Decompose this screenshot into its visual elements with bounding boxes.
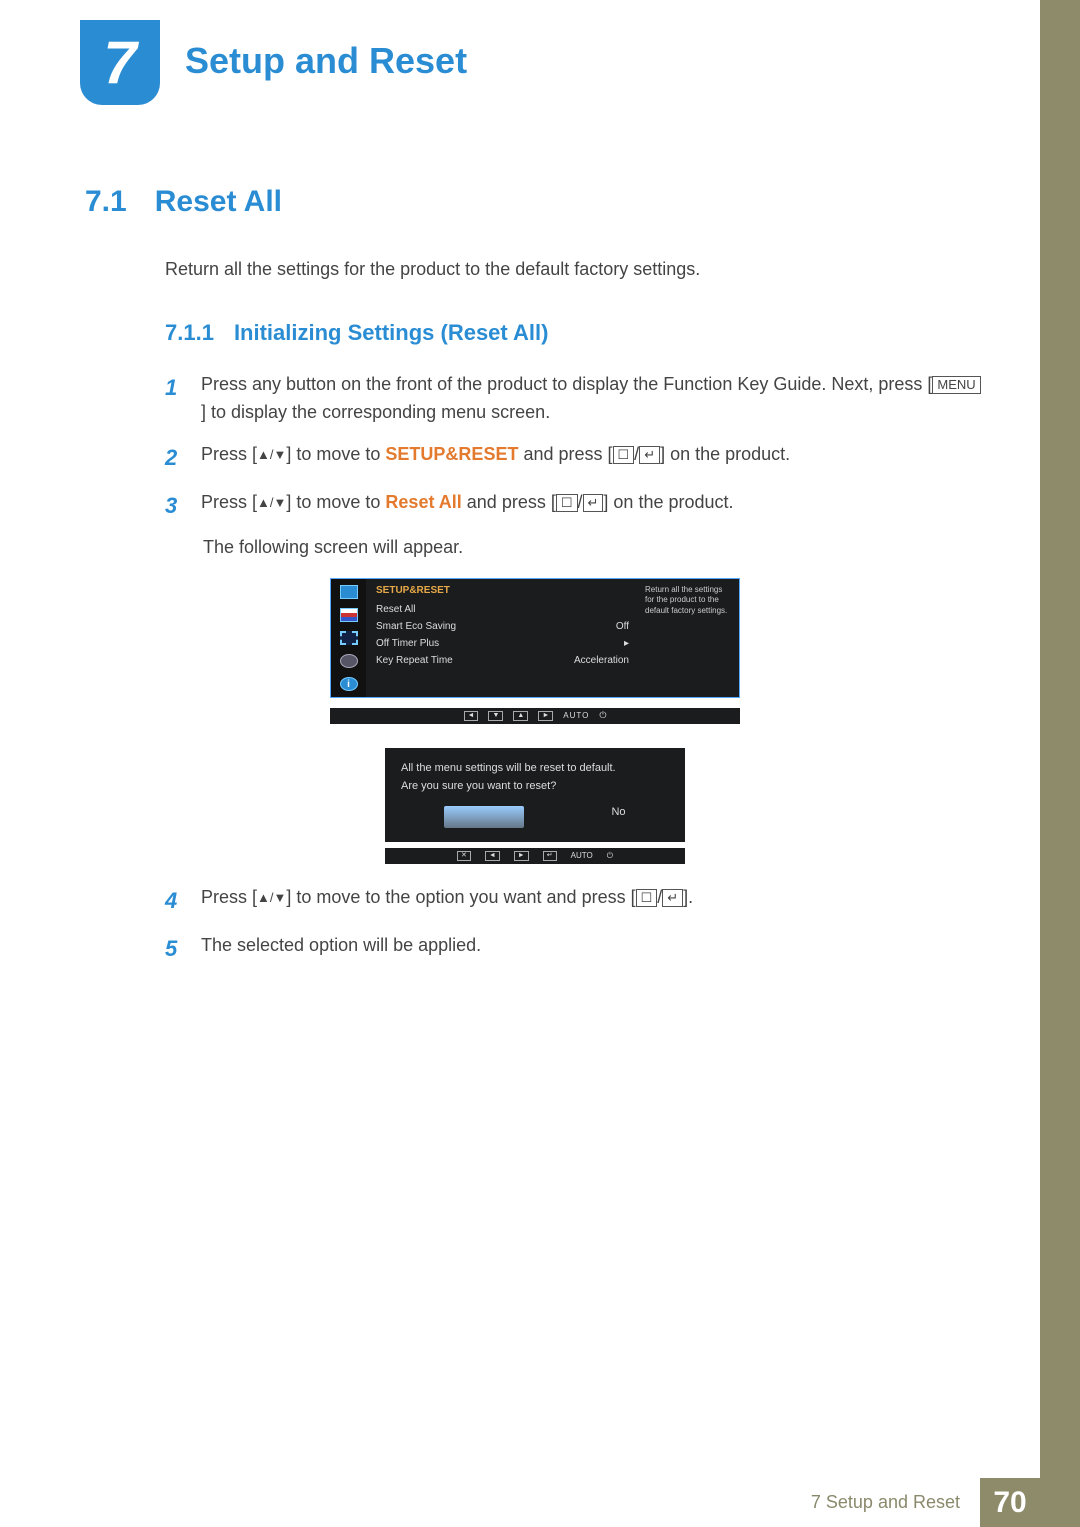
step-number: 1 (165, 371, 183, 427)
osd-row-value: Acceleration (574, 655, 629, 666)
subsection-title: Initializing Settings (Reset All) (234, 320, 549, 346)
step-4: 4 Press [▲/▼] to move to the option you … (165, 884, 985, 918)
confirm-yes-option (444, 806, 524, 828)
section-number: 7.1 (85, 185, 127, 219)
right-arrow-icon: ► (538, 711, 553, 721)
highlight-reset-all: Reset All (385, 492, 461, 512)
osd-screenshot-setup-reset: i SETUP&RESET Reset All Smart Eco Saving… (330, 578, 740, 698)
step-text: Press any button on the front of the pro… (201, 371, 985, 427)
auto-label: AUTO (571, 851, 593, 860)
step-3: 3 Press [▲/▼] to move to Reset All and p… (165, 489, 985, 523)
osd-main: SETUP&RESET Reset All Smart Eco Saving Of… (366, 579, 639, 697)
subsection-heading: 7.1.1 Initializing Settings (Reset All) (165, 320, 985, 346)
osd-row-label: Off Timer Plus (376, 638, 439, 649)
osd-row: Key Repeat Time Acceleration (376, 655, 629, 666)
size-icon (340, 631, 358, 645)
text: and press [ (462, 492, 556, 512)
text: ]. (683, 887, 693, 907)
text: Press any button on the front of the pro… (201, 374, 932, 394)
osd-title: SETUP&RESET (376, 585, 629, 596)
osd-row: Off Timer Plus ▸ (376, 638, 629, 649)
step-5: 5 The selected option will be applied. (165, 932, 985, 966)
osd-row-label: Smart Eco Saving (376, 621, 456, 632)
footer: 7 Setup and Reset 70 (791, 1478, 1040, 1527)
osd-row-label: Reset All (376, 604, 415, 615)
step-number: 3 (165, 489, 183, 523)
step-1: 1 Press any button on the front of the p… (165, 371, 985, 427)
step-text: The selected option will be applied. (201, 932, 985, 966)
content: 7.1 Reset All Return all the settings fo… (85, 185, 985, 980)
step-3-subtext: The following screen will appear. (203, 537, 985, 558)
up-arrow-icon: ▲ (513, 711, 528, 721)
text: ] to display the corresponding menu scre… (201, 402, 550, 422)
close-icon: ✕ (457, 851, 471, 861)
right-margin-bar (1040, 0, 1080, 1527)
step-text: Press [▲/▼] to move to Reset All and pre… (201, 489, 985, 523)
left-arrow-icon: ◄ (485, 851, 500, 861)
auto-label: AUTO (563, 711, 589, 720)
text: Press [ (201, 887, 257, 907)
highlight-setup-reset: SETUP&RESET (385, 444, 518, 464)
osd-row: Smart Eco Saving Off (376, 621, 629, 632)
step-number: 2 (165, 441, 183, 475)
up-down-arrow-icon: ▲/▼ (257, 495, 286, 510)
text: ] on the product. (660, 444, 790, 464)
info-icon: i (340, 677, 358, 691)
confirm-options: No (401, 806, 669, 828)
step-number: 5 (165, 932, 183, 966)
osd-row-label: Key Repeat Time (376, 655, 453, 666)
monitor-icon (340, 585, 358, 599)
step-number: 4 (165, 884, 183, 918)
osd-row-value: Off (616, 621, 629, 632)
rect-button-icon: ☐ (556, 494, 578, 512)
chapter-tab: 7 (80, 20, 160, 105)
confirm-line-2: Are you sure you want to reset? (401, 780, 669, 792)
text: Press [ (201, 444, 257, 464)
up-down-arrow-icon: ▲/▼ (257, 890, 286, 905)
footer-page-number: 70 (980, 1478, 1040, 1527)
confirm-line-1: All the menu settings will be reset to d… (401, 762, 669, 774)
osd-screenshot-confirm: All the menu settings will be reset to d… (385, 748, 685, 842)
text: ] to move to the option you want and pre… (286, 887, 635, 907)
confirm-no-option: No (611, 806, 625, 828)
osd-navbar-2: ✕ ◄ ► ↵ AUTO ⏻ (385, 848, 685, 864)
section-description: Return all the settings for the product … (165, 259, 985, 280)
osd-navbar: ◄ ▼ ▲ ► AUTO ⏻ (330, 708, 740, 724)
osd-row-value: ▸ (624, 638, 629, 649)
left-arrow-icon: ◄ (464, 711, 479, 721)
chapter-title: Setup and Reset (185, 40, 467, 82)
text: ] to move to (286, 492, 385, 512)
text: ] on the product. (603, 492, 733, 512)
section-heading: 7.1 Reset All (85, 185, 985, 219)
menu-button-glyph: MENU (932, 376, 980, 394)
footer-text: 7 Setup and Reset (791, 1478, 980, 1527)
up-down-arrow-icon: ▲/▼ (257, 447, 286, 462)
text: Press [ (201, 492, 257, 512)
section-title: Reset All (155, 185, 282, 219)
osd-hint: Return all the settings for the product … (639, 579, 739, 697)
power-icon: ⏻ (607, 851, 613, 861)
right-arrow-icon: ► (514, 851, 529, 861)
rect-button-icon: ☐ (636, 889, 658, 907)
text: ] to move to (286, 444, 385, 464)
color-icon (340, 608, 358, 622)
subsection-number: 7.1.1 (165, 320, 214, 346)
rect-button-icon: ☐ (613, 446, 635, 464)
gear-icon (340, 654, 358, 668)
enter-button-icon: ↵ (583, 494, 604, 512)
osd-row: Reset All (376, 604, 629, 615)
down-arrow-icon: ▼ (488, 711, 503, 721)
power-icon: ⏻ (599, 710, 606, 721)
text: and press [ (518, 444, 612, 464)
step-text: Press [▲/▼] to move to SETUP&RESET and p… (201, 441, 985, 475)
enter-button-icon: ↵ (639, 446, 660, 464)
step-2: 2 Press [▲/▼] to move to SETUP&RESET and… (165, 441, 985, 475)
osd-sidebar: i (331, 579, 366, 697)
enter-icon: ↵ (543, 851, 557, 861)
step-text: Press [▲/▼] to move to the option you wa… (201, 884, 985, 918)
enter-button-icon: ↵ (662, 889, 683, 907)
